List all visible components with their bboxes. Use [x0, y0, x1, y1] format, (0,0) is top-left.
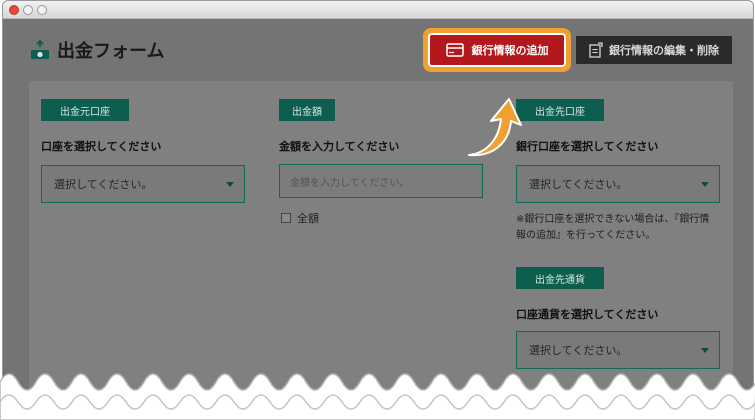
full-amount-option[interactable]: 全額 — [281, 210, 319, 226]
add-bank-info-button-body[interactable]: 銀行情報の追加 — [428, 33, 566, 67]
full-amount-label: 全額 — [297, 212, 319, 225]
source-account-select[interactable]: 選択してください。 — [41, 165, 245, 203]
amount-label: 金額を入力してください — [279, 140, 400, 153]
money-bag-icon — [31, 39, 49, 59]
torn-edge-decoration — [0, 373, 755, 420]
source-account-select-value: 選択してください。 — [54, 178, 153, 191]
add-bank-info-label: 銀行情報の追加 — [471, 44, 549, 57]
destination-currency-select-value: 選択してください。 — [529, 344, 628, 357]
withdrawal-form-page: 出金フォーム 銀行情報の追加 銀行情報の編集・削除 出金元口座 口座を選択してく… — [3, 19, 753, 419]
page-title-text: 出金フォーム — [57, 41, 165, 62]
destination-account-select-value: 選択してください。 — [529, 178, 628, 191]
destination-account-note: ※銀行口座を選択できない場合は、『銀行情報の追加』を行ってください。 — [516, 214, 710, 241]
credit-card-icon — [445, 43, 464, 57]
edit-document-icon — [589, 42, 603, 58]
amount-chip: 出金額 — [279, 99, 335, 121]
destination-currency-chip: 出金先通貨 — [516, 267, 604, 289]
source-account-label: 口座を選択してください — [41, 140, 162, 153]
destination-account-select[interactable]: 選択してください。 — [516, 165, 720, 203]
callout-arrow-icon — [468, 98, 522, 157]
window-minimize-button[interactable] — [23, 5, 33, 15]
chevron-down-icon — [701, 348, 709, 353]
window-titlebar — [3, 1, 753, 19]
window-zoom-button[interactable] — [37, 5, 47, 15]
edit-bank-info-label: 銀行情報の編集・削除 — [609, 44, 719, 57]
chevron-down-icon — [701, 182, 709, 187]
destination-currency-label: 口座通貨を選択してください — [516, 308, 659, 321]
chevron-down-icon — [226, 182, 234, 187]
page-title: 出金フォーム — [29, 37, 164, 63]
window-close-button[interactable] — [9, 5, 19, 15]
full-amount-checkbox[interactable] — [281, 213, 291, 223]
source-account-chip: 出金元口座 — [41, 99, 129, 121]
app-window: 出金フォーム 銀行情報の追加 銀行情報の編集・削除 出金元口座 口座を選択してく… — [2, 0, 754, 420]
amount-input[interactable]: 金額を入力してください。 — [279, 164, 483, 198]
edit-bank-info-button[interactable]: 銀行情報の編集・削除 — [576, 36, 732, 64]
destination-account-label: 銀行口座を選択してください — [516, 140, 659, 153]
add-bank-info-button[interactable]: 銀行情報の追加 — [423, 28, 571, 72]
destination-account-chip: 出金先口座 — [516, 99, 604, 121]
